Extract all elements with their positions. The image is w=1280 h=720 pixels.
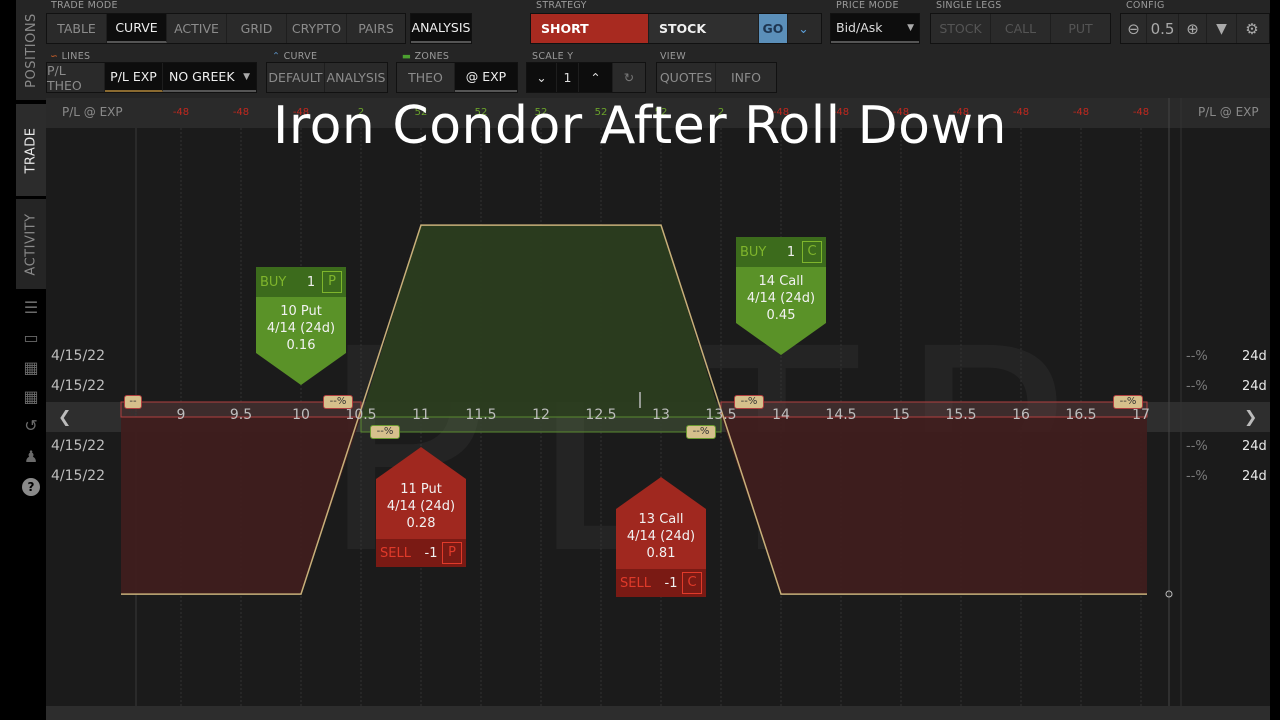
ticket-pointer — [736, 323, 826, 355]
ticket-expiry: 4/14 (24d) — [266, 321, 336, 336]
ticket-type: C — [682, 572, 702, 594]
x-tick-label: 16 — [1012, 407, 1030, 423]
x-tick-label: 9.5 — [229, 407, 253, 423]
right-days: 24d — [1242, 469, 1267, 484]
leg-ticket-buy-put[interactable]: BUY 1 P 10 Put 4/14 (24d) 0.16 — [256, 267, 346, 385]
x-tick-label: 12 — [532, 407, 550, 423]
ticket-price: 0.81 — [646, 546, 676, 561]
x-tick-label: 12.5 — [585, 407, 617, 423]
x-tick-label: 16.5 — [1065, 407, 1097, 423]
ticket-body: 11 Put 4/14 (24d) 0.28 — [376, 479, 466, 539]
overlay-title: Iron Condor After Roll Down — [273, 96, 1007, 156]
x-tick-label: 11.5 — [465, 407, 497, 423]
scroll-right-icon[interactable]: ❯ — [1244, 407, 1257, 426]
x-tick-label: 11 — [412, 407, 430, 423]
x-tick-label: 10.5 — [345, 407, 377, 423]
ticket-footer: SELL -1 P — [376, 539, 466, 567]
ticket-qty: -1 — [664, 575, 678, 591]
ticket-expiry: 4/14 (24d) — [626, 529, 696, 544]
ticket-header: BUY 1 P — [256, 267, 346, 297]
date-label: 4/15/22 — [51, 348, 105, 364]
ticket-qty: 1 — [786, 244, 796, 260]
ticket-body: 10 Put 4/14 (24d) 0.16 — [256, 297, 346, 353]
ticket-qty: 1 — [306, 274, 316, 290]
ticket-body: 13 Call 4/14 (24d) 0.81 — [616, 509, 706, 569]
pct-badge: --% — [734, 395, 764, 409]
x-tick-label: 13 — [652, 407, 670, 423]
pct-badge: --% — [323, 395, 353, 409]
ticket-side: BUY — [740, 244, 767, 260]
ticket-strike: 14 Call — [758, 274, 804, 289]
ticket-pointer — [376, 447, 466, 479]
ticket-price: 0.45 — [766, 308, 796, 323]
right-days: 24d — [1242, 439, 1267, 454]
ticket-body: 14 Call 4/14 (24d) 0.45 — [736, 267, 826, 323]
ticket-price: 0.28 — [406, 516, 436, 531]
x-tick-label: 17 — [1132, 407, 1150, 423]
x-tick-label: 13.5 — [705, 407, 737, 423]
right-pct: --% — [1186, 469, 1208, 484]
right-pct: --% — [1186, 439, 1208, 454]
right-days: 24d — [1242, 379, 1267, 394]
pct-badge: --% — [1113, 395, 1143, 409]
ticket-header: BUY 1 C — [736, 237, 826, 267]
ticket-footer: SELL -1 C — [616, 569, 706, 597]
x-tick-label: 15.5 — [945, 407, 977, 423]
ticket-expiry: 4/14 (24d) — [386, 499, 456, 514]
ticket-pointer — [616, 477, 706, 509]
date-label: 4/15/22 — [51, 438, 105, 454]
ticket-strike: 13 Call — [638, 512, 684, 527]
loss-zone-left — [121, 417, 361, 595]
ticket-strike: 10 Put — [280, 304, 322, 319]
bottom-scrollbar[interactable] — [46, 706, 1270, 720]
ticket-side: SELL — [620, 575, 651, 591]
app-root: POSITIONS TRADE ACTIVITY ☰ ▭ ▦ ▦ ↺ ♟ ? T… — [0, 0, 1280, 720]
ticket-type: P — [442, 542, 462, 564]
right-pct: --% — [1186, 349, 1208, 364]
scroll-left-icon[interactable]: ❮ — [58, 407, 71, 426]
x-tick-label: 14.5 — [825, 407, 857, 423]
right-pct: --% — [1186, 379, 1208, 394]
profit-zone — [361, 225, 721, 417]
date-label: 4/15/22 — [51, 378, 105, 394]
date-label: 4/15/22 — [51, 468, 105, 484]
leg-ticket-sell-put[interactable]: 11 Put 4/14 (24d) 0.28 SELL -1 P — [376, 447, 466, 567]
x-tick-label: 14 — [772, 407, 790, 423]
pct-badge: --% — [686, 425, 716, 439]
ticket-qty: -1 — [424, 545, 438, 561]
x-tick-label: 10 — [292, 407, 310, 423]
ticket-type: P — [322, 271, 342, 293]
ticket-type: C — [802, 241, 822, 263]
leg-ticket-sell-call[interactable]: 13 Call 4/14 (24d) 0.81 SELL -1 C — [616, 477, 706, 597]
loss-zone-right — [721, 417, 1147, 595]
leg-ticket-buy-call[interactable]: BUY 1 C 14 Call 4/14 (24d) 0.45 — [736, 237, 826, 355]
x-tick-label: 9 — [176, 407, 186, 423]
right-days: 24d — [1242, 349, 1267, 364]
ticket-price: 0.16 — [286, 338, 316, 353]
ticket-expiry: 4/14 (24d) — [746, 291, 816, 306]
ticket-side: BUY — [260, 274, 287, 290]
ticket-pointer — [256, 353, 346, 385]
pct-badge: --% — [370, 425, 400, 439]
x-tick-label: 15 — [892, 407, 910, 423]
ticket-side: SELL — [380, 545, 411, 561]
ticket-strike: 11 Put — [400, 482, 442, 497]
pct-badge: --% — [124, 395, 142, 419]
